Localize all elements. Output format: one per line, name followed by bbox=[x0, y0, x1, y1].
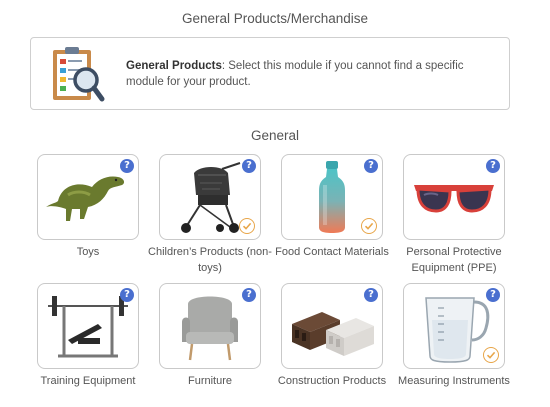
product-tile-training-equipment[interactable]: ? bbox=[37, 283, 139, 369]
product-tile-construction-products[interactable]: ? bbox=[281, 283, 383, 369]
info-card-description: General Products: Select this module if … bbox=[126, 58, 486, 90]
help-icon[interactable]: ? bbox=[242, 288, 256, 302]
product-label-furniture: Furniture bbox=[187, 375, 233, 387]
help-icon[interactable]: ? bbox=[364, 159, 378, 173]
info-card-heading: General Products bbox=[126, 60, 222, 72]
selected-check-icon bbox=[361, 218, 377, 234]
help-icon[interactable]: ? bbox=[486, 159, 500, 173]
product-tile-toys[interactable]: ? bbox=[37, 154, 139, 240]
help-icon[interactable]: ? bbox=[120, 159, 134, 173]
section-title: General bbox=[250, 128, 300, 143]
product-label-construction-products: Construction Products bbox=[277, 375, 387, 387]
selected-check-icon bbox=[483, 347, 499, 363]
help-icon[interactable]: ? bbox=[242, 159, 256, 173]
general-products-info-card: General Products: Select this module if … bbox=[30, 37, 510, 110]
help-icon[interactable]: ? bbox=[120, 288, 134, 302]
product-label-childrens-products: Children’s Products (non-toys) bbox=[148, 246, 272, 274]
product-tile-measuring-instruments[interactable]: ? bbox=[403, 283, 505, 369]
product-label-ppe: Personal Protective Equipment (PPE) bbox=[406, 246, 502, 274]
help-icon[interactable]: ? bbox=[486, 288, 500, 302]
product-tile-furniture[interactable]: ? bbox=[159, 283, 261, 369]
page-title: General Products/Merchandise bbox=[181, 11, 369, 26]
product-label-measuring-instruments: Measuring Instruments bbox=[398, 375, 510, 387]
clipboard-magnifier-icon bbox=[53, 47, 105, 102]
product-tile-food-contact-materials[interactable]: ? bbox=[281, 154, 383, 240]
product-tile-childrens-products[interactable]: ? bbox=[159, 154, 261, 240]
selected-check-icon bbox=[239, 218, 255, 234]
product-label-toys: Toys bbox=[76, 246, 100, 258]
help-icon[interactable]: ? bbox=[364, 288, 378, 302]
product-label-training-equipment: Training Equipment bbox=[40, 375, 136, 387]
product-label-food-contact-materials: Food Contact Materials bbox=[275, 246, 389, 258]
product-tile-ppe[interactable]: ? bbox=[403, 154, 505, 240]
